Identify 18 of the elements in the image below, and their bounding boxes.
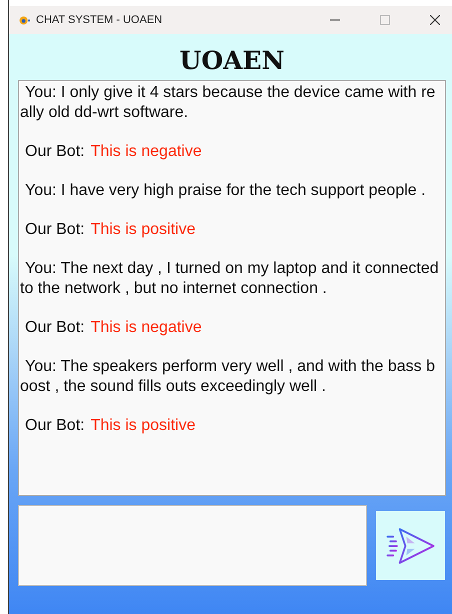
bot-reply: This is positive xyxy=(90,417,196,434)
user-message: You: The speakers perform very well , and with the bass boost , the sound fills outs exceedingly well . xyxy=(20,357,436,397)
bot-label: Our Bot: xyxy=(25,417,85,434)
bot-reply: This is negative xyxy=(90,143,202,160)
bot-reply: This is negative xyxy=(90,319,202,336)
message-input[interactable] xyxy=(18,505,367,586)
close-icon[interactable] xyxy=(430,15,440,25)
send-button[interactable] xyxy=(376,511,445,580)
bot-label: Our Bot: xyxy=(25,221,85,238)
user-message: You: I only give it 4 stars because the device came with really old dd-wrt software. xyxy=(20,83,436,123)
user-message: You: I have very high praise for the tech support people . xyxy=(24,181,427,201)
bot-label: Our Bot: xyxy=(25,319,85,336)
bot-label: Our Bot: xyxy=(25,143,85,160)
app-heading: UOAEN xyxy=(178,46,286,77)
bot-reply: This is positive xyxy=(90,221,196,238)
user-message: You: The next day , I turned on my laptop and it connected to the network , but no internet connection . xyxy=(20,259,440,299)
app-icon xyxy=(19,16,30,24)
window-title: CHAT SYSTEM - UOAEN xyxy=(36,14,162,26)
